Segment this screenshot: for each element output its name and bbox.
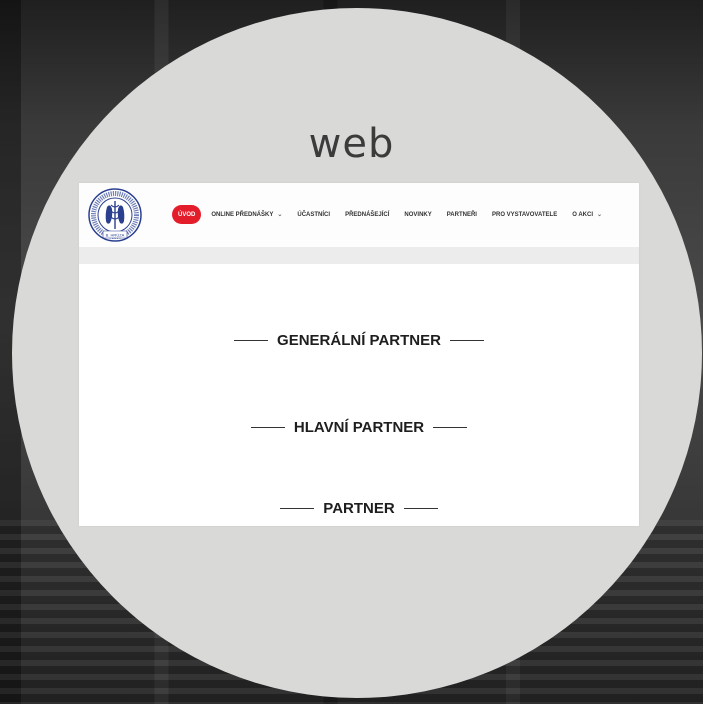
nav-item-prednasejici[interactable]: PŘEDNÁŠEJÍCÍ	[345, 212, 389, 218]
divider-line	[250, 427, 285, 428]
nav-item-label: ÚČASTNÍCI	[297, 211, 331, 218]
heading-text: GENERÁLNÍ PARTNER	[277, 332, 441, 349]
divider-line	[234, 340, 269, 341]
page-banner-strip	[79, 247, 639, 264]
page-title: web	[308, 121, 395, 167]
nav-item-online-prednasky[interactable]: ONLINE PŘEDNÁŠKY ⌄	[211, 211, 283, 219]
nav-item-pro-vystavovatele[interactable]: PRO VYSTAVOVATELE	[492, 212, 557, 218]
heading-text: HLAVNÍ PARTNER	[293, 419, 425, 436]
nav-item-label: ÚVOD	[178, 211, 196, 218]
chevron-down-icon: ⌄	[597, 212, 603, 218]
nav-item-label: O AKCI	[572, 211, 593, 218]
medical-feet-logo[interactable]: B. HRÚZA	[87, 187, 143, 243]
nav-item-label: NOVINKY	[404, 211, 432, 218]
nav-item-novinky[interactable]: NOVINKY	[404, 212, 431, 218]
nav-item-o-akci[interactable]: O AKCI ⌄	[572, 211, 603, 219]
chevron-down-icon: ⌄	[277, 212, 283, 218]
partners-content: GENERÁLNÍ PARTNER HLAVNÍ PARTNER PARTNER	[79, 264, 639, 526]
main-menu: ÚVOD ONLINE PŘEDNÁŠKY ⌄ ÚČASTNÍCI PŘEDNÁ…	[172, 205, 617, 224]
nav-item-label: ONLINE PŘEDNÁŠKY	[211, 211, 274, 218]
nav-item-uvod[interactable]: ÚVOD	[172, 205, 202, 224]
section-heading-general-partner: GENERÁLNÍ PARTNER	[79, 332, 639, 349]
divider-line	[403, 508, 438, 509]
divider-line	[280, 508, 315, 509]
nav-item-ucastnici[interactable]: ÚČASTNÍCI	[297, 212, 330, 218]
nav-item-label: PARTNEŘI	[446, 211, 477, 218]
nav-item-label: PŘEDNÁŠEJÍCÍ	[345, 211, 390, 218]
website-preview: B. HRÚZA ÚVOD ONLINE PŘEDNÁŠKY ⌄ ÚČASTNÍ…	[79, 183, 639, 526]
section-heading-main-partner: HLAVNÍ PARTNER	[79, 419, 639, 436]
nav-item-label: PRO VYSTAVOVATELE	[491, 211, 558, 218]
logo-text: B. HRÚZA	[106, 232, 125, 237]
divider-line	[449, 340, 484, 341]
divider-line	[433, 427, 468, 428]
site-navbar: B. HRÚZA ÚVOD ONLINE PŘEDNÁŠKY ⌄ ÚČASTNÍ…	[79, 183, 639, 247]
heading-text: PARTNER	[323, 500, 395, 517]
section-heading-partner: PARTNER	[79, 500, 639, 517]
nav-item-partneri[interactable]: PARTNEŘI	[447, 212, 477, 218]
